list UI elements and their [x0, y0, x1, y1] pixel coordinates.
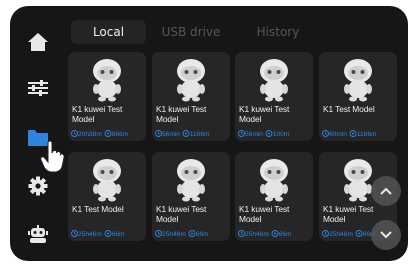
file-name: K1 kuwei Test Model: [156, 204, 207, 224]
model-thumbnail: [89, 156, 125, 206]
filament-icon: [182, 130, 190, 137]
clock-icon: [322, 130, 329, 137]
tab-local[interactable]: Local: [71, 20, 146, 44]
model-thumbnail-icon: [260, 59, 288, 102]
file-meta: 25h46m 66m: [238, 230, 313, 239]
clock-icon: [155, 130, 162, 137]
file-meta: 56min 100m: [238, 130, 313, 139]
chevron-up-icon: [380, 187, 392, 195]
file-meta: 20h38m 866m: [71, 130, 146, 139]
file-meta: 56min 1166m: [155, 130, 230, 139]
clock-icon: [238, 130, 245, 137]
chevron-down-icon: [380, 231, 392, 239]
gear-icon: [28, 176, 48, 196]
file-name: K1 Test Model: [72, 204, 124, 214]
clock-icon: [71, 230, 78, 237]
model-thumbnail-icon: [177, 159, 205, 202]
tab-usb-drive[interactable]: USB drive: [151, 20, 231, 44]
clock-icon: [155, 230, 162, 237]
filament-length: 66m: [195, 231, 209, 238]
robot-icon: [28, 225, 48, 243]
file-name: K1 kuwei Test Model: [156, 104, 207, 124]
filament-length: 1166m: [356, 131, 377, 138]
sliders-icon: [28, 80, 48, 96]
file-name: K1 kuwei Test Model: [239, 104, 290, 124]
print-time: 56min: [245, 131, 263, 138]
model-thumbnail-icon: [93, 59, 121, 102]
file-card[interactable]: K1 kuwei Test Model 25h46m 66m: [152, 152, 230, 241]
tab-bar: Local USB drive History: [71, 20, 350, 44]
file-meta: 25h46m 66m: [155, 230, 230, 239]
model-thumbnail: [340, 56, 376, 106]
model-thumbnail: [173, 56, 209, 106]
filament-icon: [265, 130, 273, 137]
filament-length: 100m: [272, 131, 290, 138]
model-thumbnail-icon: [260, 159, 288, 202]
filament-length: 66m: [278, 231, 292, 238]
file-name: K1 Test Model: [323, 104, 375, 114]
model-thumbnail: [256, 56, 292, 106]
model-thumbnail-icon: [177, 59, 205, 102]
file-meta: 25h46m 66m: [71, 230, 146, 239]
tab-history[interactable]: History: [241, 20, 315, 44]
filament-icon: [188, 230, 196, 237]
clock-icon: [238, 230, 245, 237]
print-time: 25h46m: [162, 231, 186, 238]
print-time: 56min: [162, 131, 180, 138]
print-time: 20h38m: [78, 131, 102, 138]
clock-icon: [322, 230, 329, 237]
filament-icon: [349, 130, 357, 137]
filament-icon: [104, 230, 112, 237]
file-name: K1 kuwei Test Model: [239, 204, 290, 224]
home-icon: [28, 33, 48, 51]
filament-icon: [104, 130, 112, 137]
model-thumbnail-icon: [344, 59, 372, 102]
sidebar-item-assistant[interactable]: [10, 214, 66, 254]
filament-icon: [355, 230, 363, 237]
clock-icon: [71, 130, 78, 137]
print-time: 60min: [329, 131, 347, 138]
file-card[interactable]: K1 Test Model 60min 1166m: [319, 52, 397, 141]
file-card[interactable]: K1 Test Model 25h46m 66m: [68, 152, 146, 241]
filament-length: 1166m: [189, 131, 210, 138]
print-time: 25h46m: [78, 231, 102, 238]
sidebar-item-home[interactable]: [10, 22, 66, 62]
filament-length: 66m: [111, 231, 125, 238]
file-card[interactable]: K1 kuwei Test Model 56min 1166m: [152, 52, 230, 141]
model-thumbnail: [340, 156, 376, 206]
model-thumbnail-icon: [93, 159, 121, 202]
file-card[interactable]: K1 kuwei Test Model 56min 100m: [235, 52, 313, 141]
filament-icon: [271, 230, 279, 237]
print-time: 25h46m: [329, 231, 353, 238]
file-name: K1 kuwei Test Model: [72, 104, 123, 124]
file-card[interactable]: K1 kuwei Test Model 20h38m 866m: [68, 52, 146, 141]
file-card[interactable]: K1 kuwei Test Model 25h46m 66m: [235, 152, 313, 241]
sidebar-item-tune[interactable]: [10, 68, 66, 108]
model-thumbnail: [173, 156, 209, 206]
print-time: 25h46m: [245, 231, 269, 238]
model-thumbnail: [256, 156, 292, 206]
model-thumbnail: [89, 56, 125, 106]
scroll-up-button[interactable]: [371, 176, 401, 206]
filament-length: 866m: [111, 131, 129, 138]
printer-screen: Local USB drive History K1 kuwei Test Mo…: [10, 6, 408, 261]
pointer-hand-icon: [40, 141, 65, 173]
scroll-down-button[interactable]: [371, 220, 401, 250]
file-meta: 60min 1166m: [322, 130, 397, 139]
